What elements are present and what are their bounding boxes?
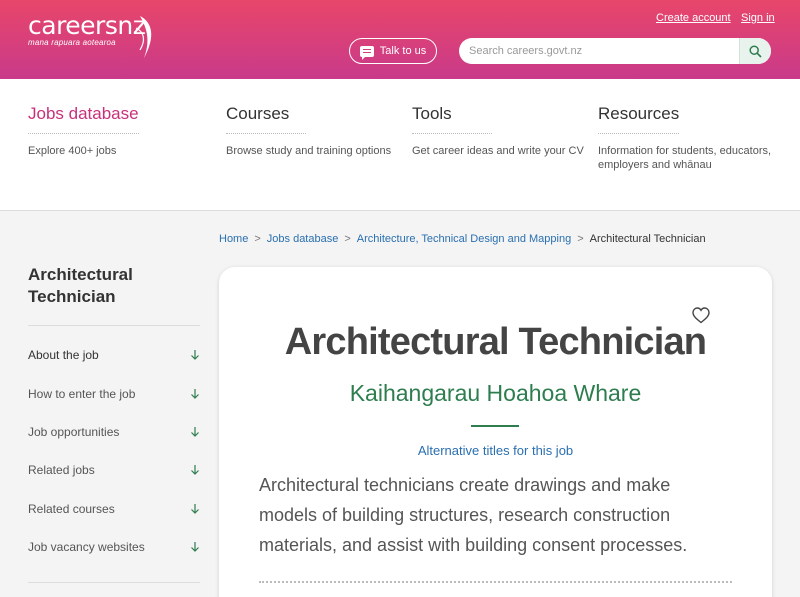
arrow-down-icon [191,504,199,514]
breadcrumb-category[interactable]: Architecture, Technical Design and Mappi… [357,233,571,245]
sidebar-item-job-vacancy-websites[interactable]: Job vacancy websites [28,537,200,557]
nav-title: Jobs database [28,104,139,134]
sidebar-divider [28,582,200,583]
arrow-down-icon [191,542,199,552]
sidebar-title: Architectural Technician [28,265,133,306]
breadcrumb: Home > Jobs database > Architecture, Technic… [219,233,706,245]
main-nav: Jobs database Explore 400+ jobs Courses … [0,79,800,211]
nav-title: Courses [226,104,306,134]
search-button[interactable] [739,38,771,64]
page-title: Architectural Technician [284,321,707,363]
sidebar-item-label: Job opportunities [28,425,120,439]
search-icon [749,44,762,58]
maori-title: Kaihangarau Hoahoa Whare [349,380,642,406]
sidebar-item-label: How to enter the job [28,387,136,401]
sidebar-divider [28,325,200,326]
search-input[interactable] [459,38,739,64]
sidebar-item-about-the-job[interactable]: About the job [28,345,200,365]
sidebar-item-how-to-enter[interactable]: How to enter the job [28,384,200,404]
nav-desc: Browse study and training options [226,145,392,157]
summary-divider [259,581,732,583]
sidebar-item-label: About the job [28,348,99,362]
logo-text: careers [28,11,118,40]
sidebar-item-label: Related courses [28,502,115,516]
logo-swoosh-icon [135,16,152,58]
alternative-titles-link[interactable]: Alternative titles for this job [219,443,772,458]
nav-item-tools[interactable]: Tools Get career ideas and write your CV [412,104,584,158]
sidebar-item-label: Related jobs [28,463,95,477]
nav-item-courses[interactable]: Courses Browse study and training option… [226,104,391,158]
arrow-down-icon [191,389,199,399]
talk-to-us-button[interactable]: Talk to us [349,38,437,64]
careersnz-logo[interactable]: careersnz mana rapuara aotearoa [28,11,152,58]
chat-icon [359,45,374,60]
sidebar-item-job-opportunities[interactable]: Job opportunities [28,422,200,442]
title-divider [471,425,519,427]
breadcrumb-current: Architectural Technician [589,233,706,245]
nav-desc: Explore 400+ jobs [28,145,117,157]
create-account-link[interactable]: Create account [656,12,731,24]
site-header: careersnz mana rapuara aotearoa Create a… [0,0,800,79]
sidebar-item-label: Job vacancy websites [28,540,145,554]
nav-title: Tools [412,104,492,134]
talk-to-us-label: Talk to us [379,45,427,57]
nav-desc: Get career ideas and write your CV [412,145,584,157]
arrow-down-icon [191,350,199,360]
nav-desc: Information for students, educators, emp… [598,145,772,171]
arrow-down-icon [191,427,199,437]
breadcrumb-jobs-database[interactable]: Jobs database [267,233,339,245]
breadcrumb-home[interactable]: Home [219,233,248,245]
nav-title: Resources [598,104,680,134]
nav-item-jobs-database[interactable]: Jobs database Explore 400+ jobs [28,104,139,158]
arrow-down-icon [191,465,199,475]
sign-in-link[interactable]: Sign in [741,12,775,24]
job-summary: Architectural technicians create drawing… [259,475,688,555]
sidebar-item-related-courses[interactable]: Related courses [28,499,200,519]
search-bar [459,38,771,64]
sidebar-item-related-jobs[interactable]: Related jobs [28,460,200,480]
nav-item-resources[interactable]: Resources Information for students, educ… [598,104,778,172]
job-profile-card: Architectural Technician Kaihangarau Hoa… [219,267,772,597]
